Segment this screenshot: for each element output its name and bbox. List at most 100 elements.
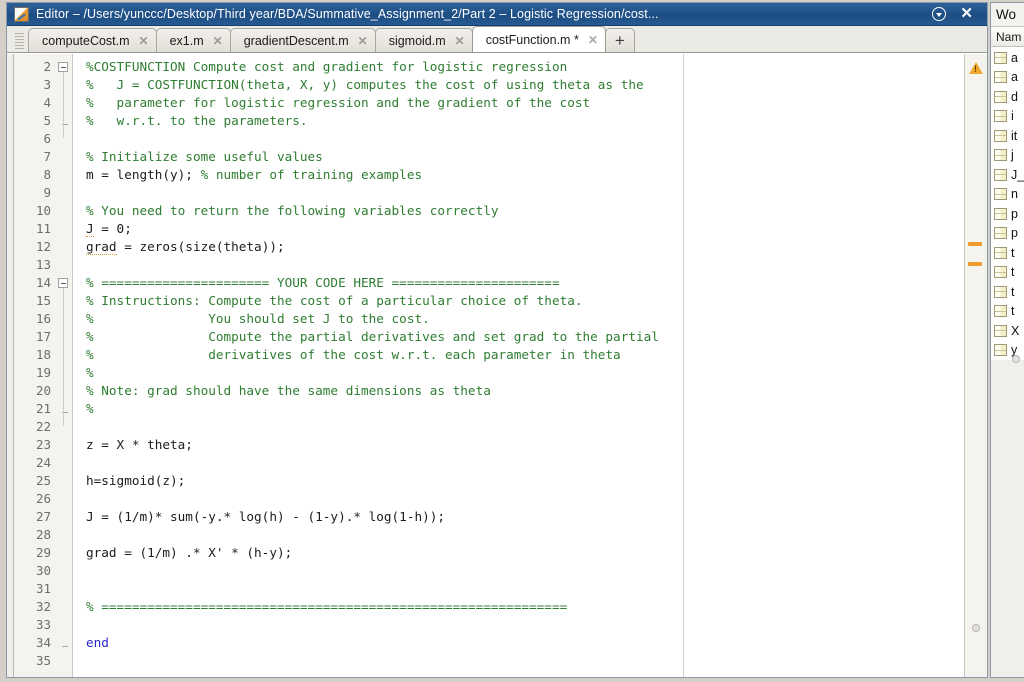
workspace-variable-name: a (1011, 50, 1018, 65)
line-number: 27 (35, 509, 51, 524)
scroll-thumb[interactable] (972, 624, 980, 632)
workspace-variable-row[interactable]: X (991, 321, 1024, 341)
window-titlebar[interactable]: Editor – /Users/yunccc/Desktop/Third yea… (7, 3, 987, 26)
fold-cell (56, 490, 72, 508)
workspace-variable-row[interactable]: i (991, 107, 1024, 127)
code-line[interactable]: % Instructions: Compute the cost of a pa… (73, 292, 964, 310)
code-line[interactable]: % Compute the partial derivatives and se… (73, 328, 964, 346)
code-line[interactable]: m = length(y); % number of training exam… (73, 166, 964, 184)
code-line[interactable] (73, 418, 964, 436)
fold-range-line (62, 72, 64, 138)
fold-cell (56, 598, 72, 616)
fold-collapse-icon[interactable] (58, 62, 68, 72)
code-line[interactable]: grad = zeros(size(theta)); (73, 238, 964, 256)
code-line[interactable]: % ======================================… (73, 598, 964, 616)
code-line[interactable]: z = X * theta; (73, 436, 964, 454)
code-analyzer-bar[interactable] (964, 54, 987, 677)
code-line[interactable] (73, 256, 964, 274)
code-line[interactable] (73, 490, 964, 508)
workspace-variable-list: a a d i it j J_ n p p t t t t Xy (991, 47, 1024, 360)
code-content[interactable]: %COSTFUNCTION Compute cost and gradient … (73, 58, 964, 670)
workspace-variable-row[interactable]: p (991, 224, 1024, 244)
code-line[interactable] (73, 526, 964, 544)
code-line[interactable] (73, 184, 964, 202)
close-icon[interactable]: ✕ (960, 6, 973, 21)
matrix-variable-icon (994, 246, 1007, 259)
chevron-down-icon[interactable] (932, 7, 947, 21)
editor-tab[interactable]: costFunction.m * ✕ (471, 26, 606, 52)
workspace-variable-row[interactable]: t (991, 263, 1024, 283)
warning-triangle-icon[interactable] (969, 62, 983, 74)
tab-close-icon[interactable]: ✕ (139, 35, 149, 47)
fold-cell (56, 256, 72, 274)
editor-tab[interactable]: sigmoid.m ✕ (374, 28, 473, 52)
workspace-variable-row[interactable]: J_ (991, 165, 1024, 185)
editor-tab[interactable]: gradientDescent.m ✕ (229, 28, 376, 52)
code-line[interactable]: % Initialize some useful values (73, 148, 964, 166)
warning-marker[interactable] (968, 242, 982, 246)
code-line[interactable] (73, 130, 964, 148)
new-tab-button[interactable]: + (604, 28, 635, 52)
fold-cell (56, 544, 72, 562)
workspace-variable-name: J_ (1011, 167, 1024, 182)
workspace-variable-row[interactable]: t (991, 302, 1024, 322)
code-line[interactable]: % derivatives of the cost w.r.t. each pa… (73, 346, 964, 364)
window-title: Editor – /Users/yunccc/Desktop/Third yea… (36, 7, 659, 21)
code-line[interactable] (73, 562, 964, 580)
fold-cell (56, 418, 72, 436)
code-line[interactable]: J = (1/m)* sum(-y.* log(h) - (1-y).* log… (73, 508, 964, 526)
code-line[interactable]: % You need to return the following varia… (73, 202, 964, 220)
fold-cell (56, 130, 72, 148)
tabbar-drag-handle[interactable] (15, 33, 24, 50)
matrix-variable-icon (994, 324, 1007, 337)
code-line[interactable]: % ====================== YOUR CODE HERE … (73, 274, 964, 292)
tab-close-icon[interactable]: ✕ (358, 35, 368, 47)
code-line[interactable]: % You should set J to the cost. (73, 310, 964, 328)
code-line[interactable]: % Note: grad should have the same dimens… (73, 382, 964, 400)
code-editing-area[interactable]: %COSTFUNCTION Compute cost and gradient … (73, 54, 964, 677)
code-line[interactable]: % J = COSTFUNCTION(theta, X, y) computes… (73, 76, 964, 94)
warning-marker[interactable] (968, 262, 982, 266)
line-number: 7 (43, 149, 51, 164)
code-line[interactable] (73, 454, 964, 472)
workspace-variable-name: n (1011, 187, 1018, 202)
code-line[interactable]: J = 0; (73, 220, 964, 238)
code-line[interactable]: % w.r.t. to the parameters. (73, 112, 964, 130)
line-number: 23 (35, 437, 51, 452)
workspace-variable-row[interactable]: p (991, 204, 1024, 224)
editor-tab[interactable]: ex1.m ✕ (155, 28, 231, 52)
code-line[interactable]: end (73, 634, 964, 652)
workspace-column-header-name[interactable]: Nam (991, 26, 1024, 47)
fold-cell (56, 400, 72, 418)
workspace-variable-row[interactable]: n (991, 185, 1024, 205)
workspace-variable-name: t (1011, 284, 1015, 299)
code-line[interactable]: h=sigmoid(z); (73, 472, 964, 490)
code-fold-gutter[interactable] (56, 54, 73, 677)
line-number: 30 (35, 563, 51, 578)
code-line[interactable]: grad = (1/m) .* X' * (h-y); (73, 544, 964, 562)
workspace-variable-row[interactable]: a (991, 48, 1024, 68)
code-line[interactable] (73, 616, 964, 634)
editor-tab[interactable]: computeCost.m ✕ (28, 28, 157, 52)
tab-close-icon[interactable]: ✕ (455, 35, 465, 47)
code-line[interactable]: % parameter for logistic regression and … (73, 94, 964, 112)
tab-close-icon[interactable]: ✕ (588, 34, 598, 46)
workspace-variable-row[interactable]: j (991, 146, 1024, 166)
fold-cell (56, 166, 72, 184)
workspace-variable-row[interactable]: a (991, 68, 1024, 88)
workspace-variable-row[interactable]: it (991, 126, 1024, 146)
matlab-editor-icon (14, 6, 29, 22)
code-line[interactable]: % (73, 364, 964, 382)
workspace-variable-row[interactable]: t (991, 282, 1024, 302)
code-line[interactable]: % (73, 400, 964, 418)
code-line[interactable]: %COSTFUNCTION Compute cost and gradient … (73, 58, 964, 76)
workspace-variable-row[interactable]: t (991, 243, 1024, 263)
workspace-scroll-thumb[interactable] (1012, 355, 1020, 363)
code-line[interactable] (73, 580, 964, 598)
tab-close-icon[interactable]: ✕ (213, 35, 223, 47)
workspace-variable-row[interactable]: d (991, 87, 1024, 107)
fold-collapse-icon[interactable] (58, 278, 68, 288)
line-number: 10 (35, 203, 51, 218)
line-number: 35 (35, 653, 51, 668)
code-line[interactable] (73, 652, 964, 670)
